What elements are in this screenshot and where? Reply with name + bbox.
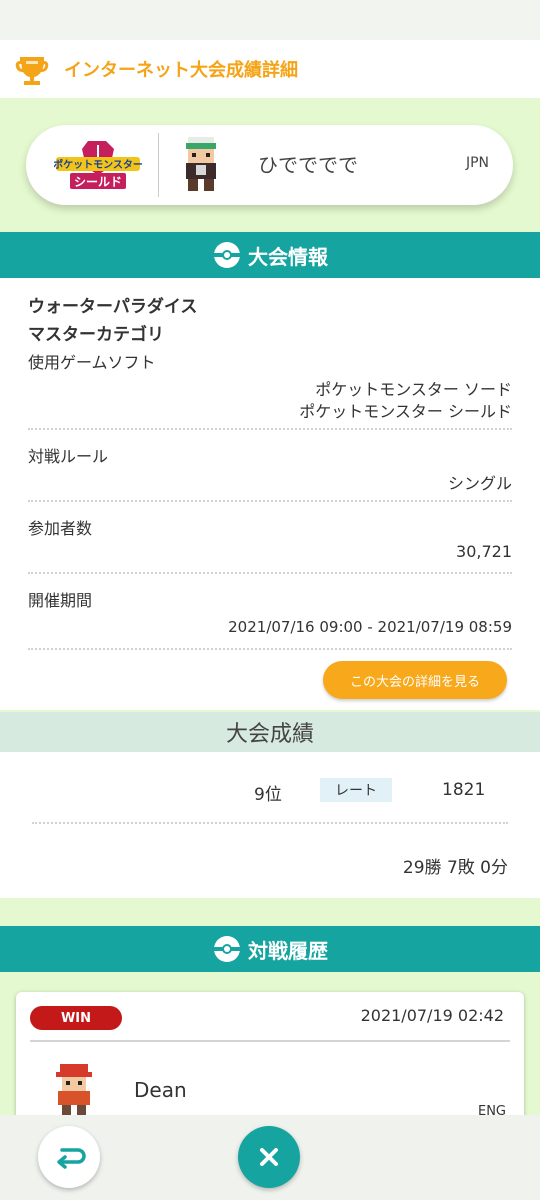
participants-label: 参加者数 <box>28 519 93 538</box>
software-value: ポケットモンスター ソード <box>315 380 512 399</box>
section-title: 対戦履歴 <box>248 938 328 963</box>
tournament-info-panel: ウォーターパラダイス マスターカテゴリ 使用ゲームソフト ポケットモンスター ソ… <box>0 278 540 710</box>
page-header: インターネット大会成績詳細 <box>0 40 540 98</box>
win-loss-record: 29勝 7敗 0分 <box>402 858 508 878</box>
battle-datetime: 2021/07/19 02:42 <box>360 1006 504 1025</box>
result-badge: WIN <box>30 1006 122 1030</box>
period-label: 開催期間 <box>28 591 93 610</box>
dotted-divider <box>28 500 512 502</box>
rule-label: 対戦ルール <box>28 447 109 466</box>
back-button[interactable] <box>38 1126 100 1188</box>
game-logo: ポケットモンスター シールド <box>54 141 142 189</box>
pokeball-icon <box>214 242 240 268</box>
tournament-info-header: 大会情報 <box>0 232 540 278</box>
period-value: 2021/07/16 09:00 - 2021/07/19 08:59 <box>228 618 512 636</box>
rate-label: レート <box>320 778 392 802</box>
trophy-icon <box>15 57 49 85</box>
opponent-name: Dean <box>134 1078 187 1102</box>
page-title: インターネット大会成績詳細 <box>64 60 298 81</box>
section-title: 大会情報 <box>248 244 328 269</box>
tournament-name: ウォーターパラダイス <box>28 297 198 317</box>
svg-text:シールド: シールド <box>74 175 122 189</box>
player-name: ひでででで <box>258 153 358 177</box>
tournament-category: マスターカテゴリ <box>28 325 164 345</box>
dotted-divider <box>32 822 508 824</box>
player-profile-card: ポケットモンスター シールド ひでででで JPN <box>26 125 513 205</box>
dotted-divider <box>28 428 512 430</box>
dotted-divider <box>28 648 512 650</box>
participants-value: 30,721 <box>456 542 512 561</box>
rule-value: シングル <box>447 474 512 493</box>
results-header: 大会成績 <box>0 712 540 752</box>
tournament-details-button[interactable]: この大会の詳細を見る <box>323 661 507 699</box>
player-region: JPN <box>465 155 489 171</box>
trainer-avatar <box>186 137 216 191</box>
pokeball-icon <box>214 936 240 962</box>
rate-value: 1821 <box>442 780 486 800</box>
dotted-divider <box>28 572 512 574</box>
close-icon <box>260 1148 278 1166</box>
opponent-avatar <box>56 1064 92 1116</box>
software-label: 使用ゲームソフト <box>28 353 156 372</box>
svg-text:ポケットモンスター: ポケットモンスター <box>54 158 142 171</box>
close-button[interactable] <box>238 1126 300 1188</box>
divider <box>158 133 159 197</box>
status-area <box>0 0 540 40</box>
rank-value: 9位 <box>254 785 282 805</box>
card-divider <box>30 1040 510 1042</box>
software-value: ポケットモンスター シールド <box>299 402 512 421</box>
battle-history-header: 対戦履歴 <box>0 926 540 972</box>
back-arrow-icon <box>57 1148 86 1169</box>
